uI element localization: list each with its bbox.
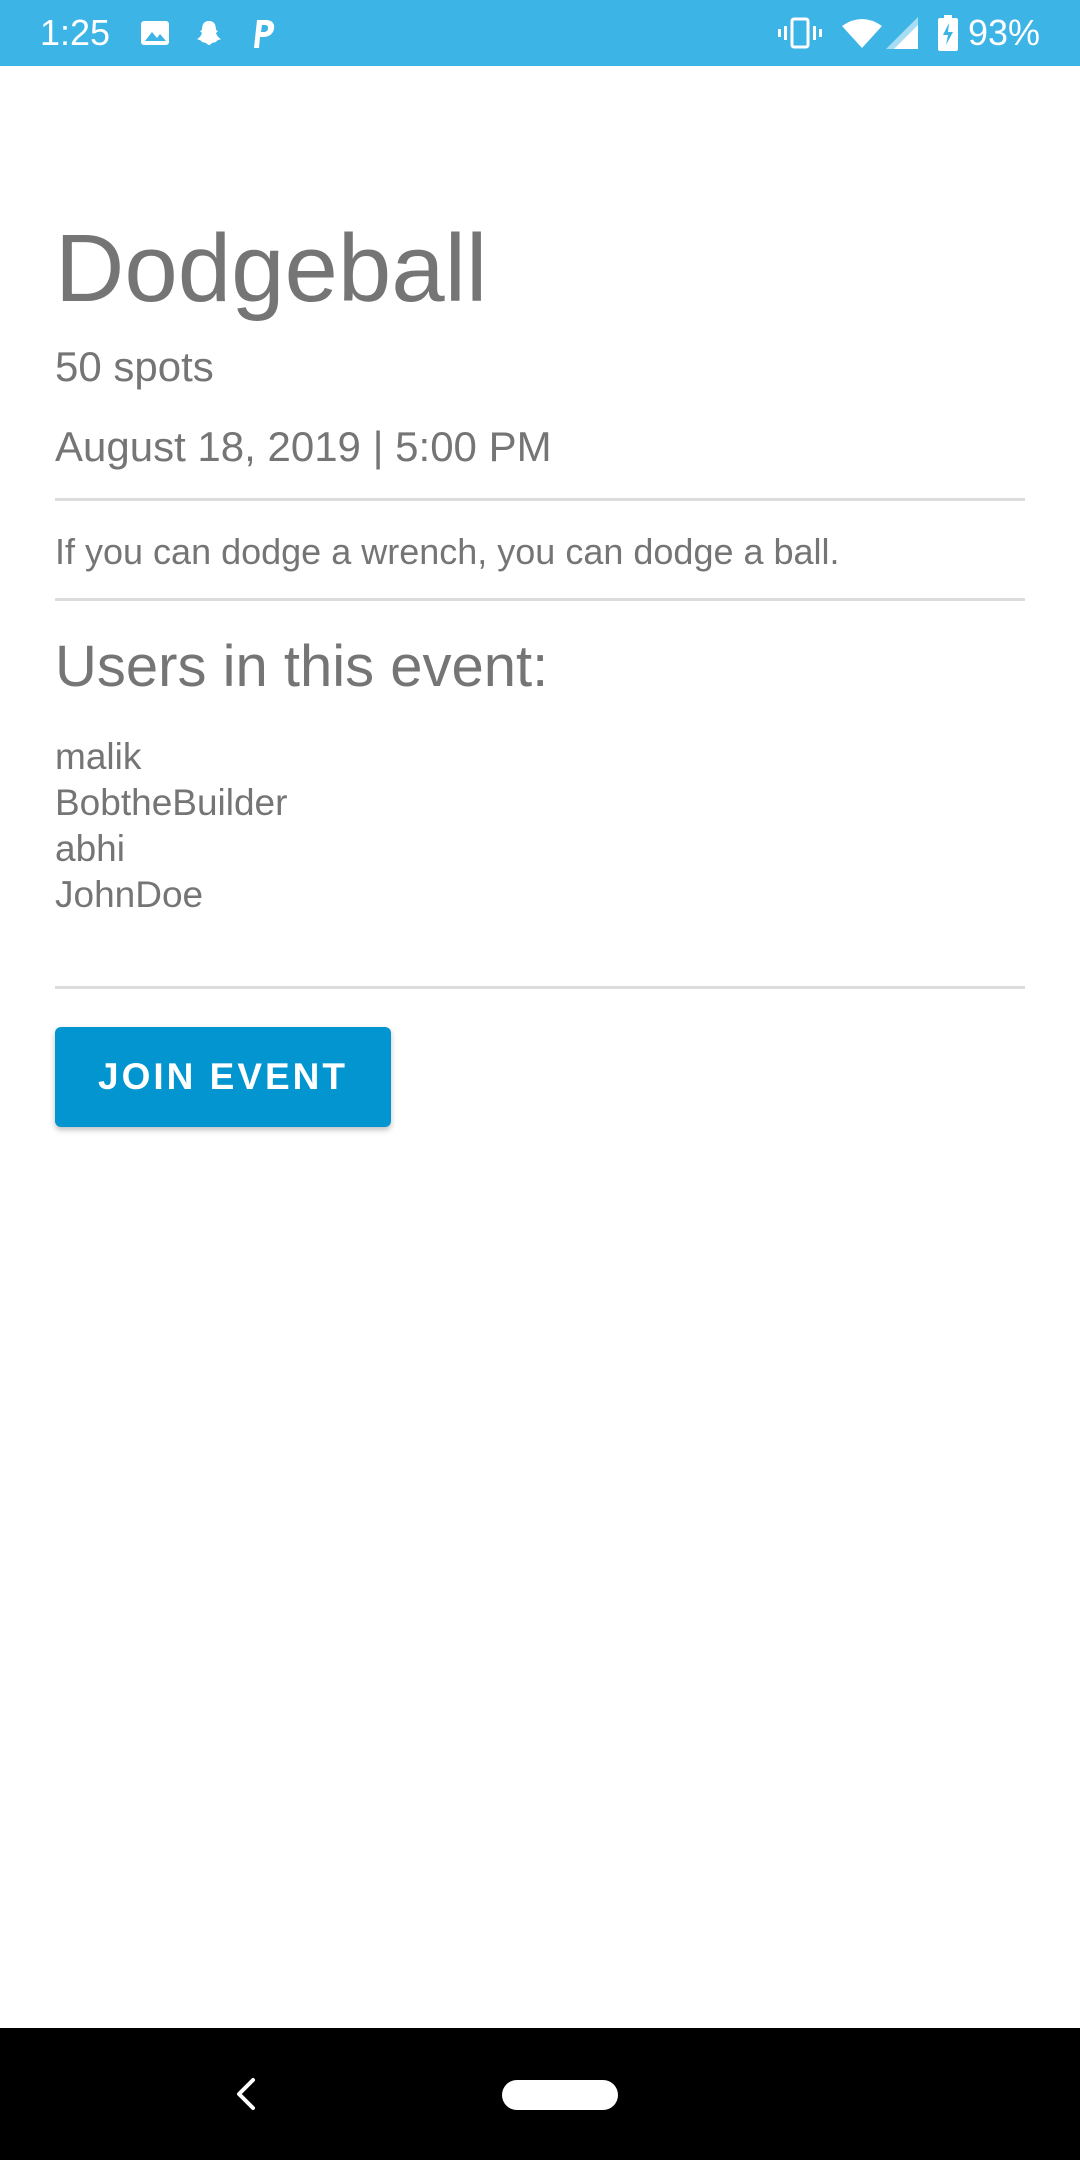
event-description: If you can dodge a wrench, you can dodge…: [55, 531, 840, 572]
signal-icon: [885, 17, 918, 49]
status-right: 93%: [758, 12, 1040, 54]
divider: [55, 986, 1025, 989]
users-heading: Users in this event:: [55, 634, 549, 699]
list-item: abhi: [55, 828, 125, 869]
event-spots: 50 spots: [55, 343, 214, 390]
wifi-icon: [841, 18, 882, 48]
status-bar: 1:25 93%: [0, 0, 1080, 66]
join-event-button[interactable]: JOIN EVENT: [55, 1027, 391, 1127]
list-item: BobtheBuilder: [55, 782, 288, 823]
home-pill-icon[interactable]: [502, 2080, 618, 2110]
vibrate-icon: [777, 17, 822, 49]
image-icon: [140, 18, 170, 48]
navigation-bar: [0, 2028, 1080, 2160]
snapchat-icon: [194, 18, 224, 48]
event-title: Dodgeball: [55, 215, 488, 322]
status-left: 1:25: [40, 12, 302, 54]
list-item: JohnDoe: [55, 874, 204, 915]
users-list: malik BobtheBuilder abhi JohnDoe: [55, 734, 287, 918]
battery-percentage: 93%: [967, 12, 1040, 53]
event-datetime: August 18, 2019 | 5:00 PM: [55, 423, 552, 470]
divider: [55, 598, 1025, 601]
status-time: 1:25: [40, 12, 111, 53]
battery-icon: [937, 15, 958, 51]
back-icon[interactable]: [220, 2066, 270, 2122]
divider: [55, 498, 1025, 501]
list-item: malik: [55, 736, 142, 777]
parking-icon: [248, 16, 278, 50]
